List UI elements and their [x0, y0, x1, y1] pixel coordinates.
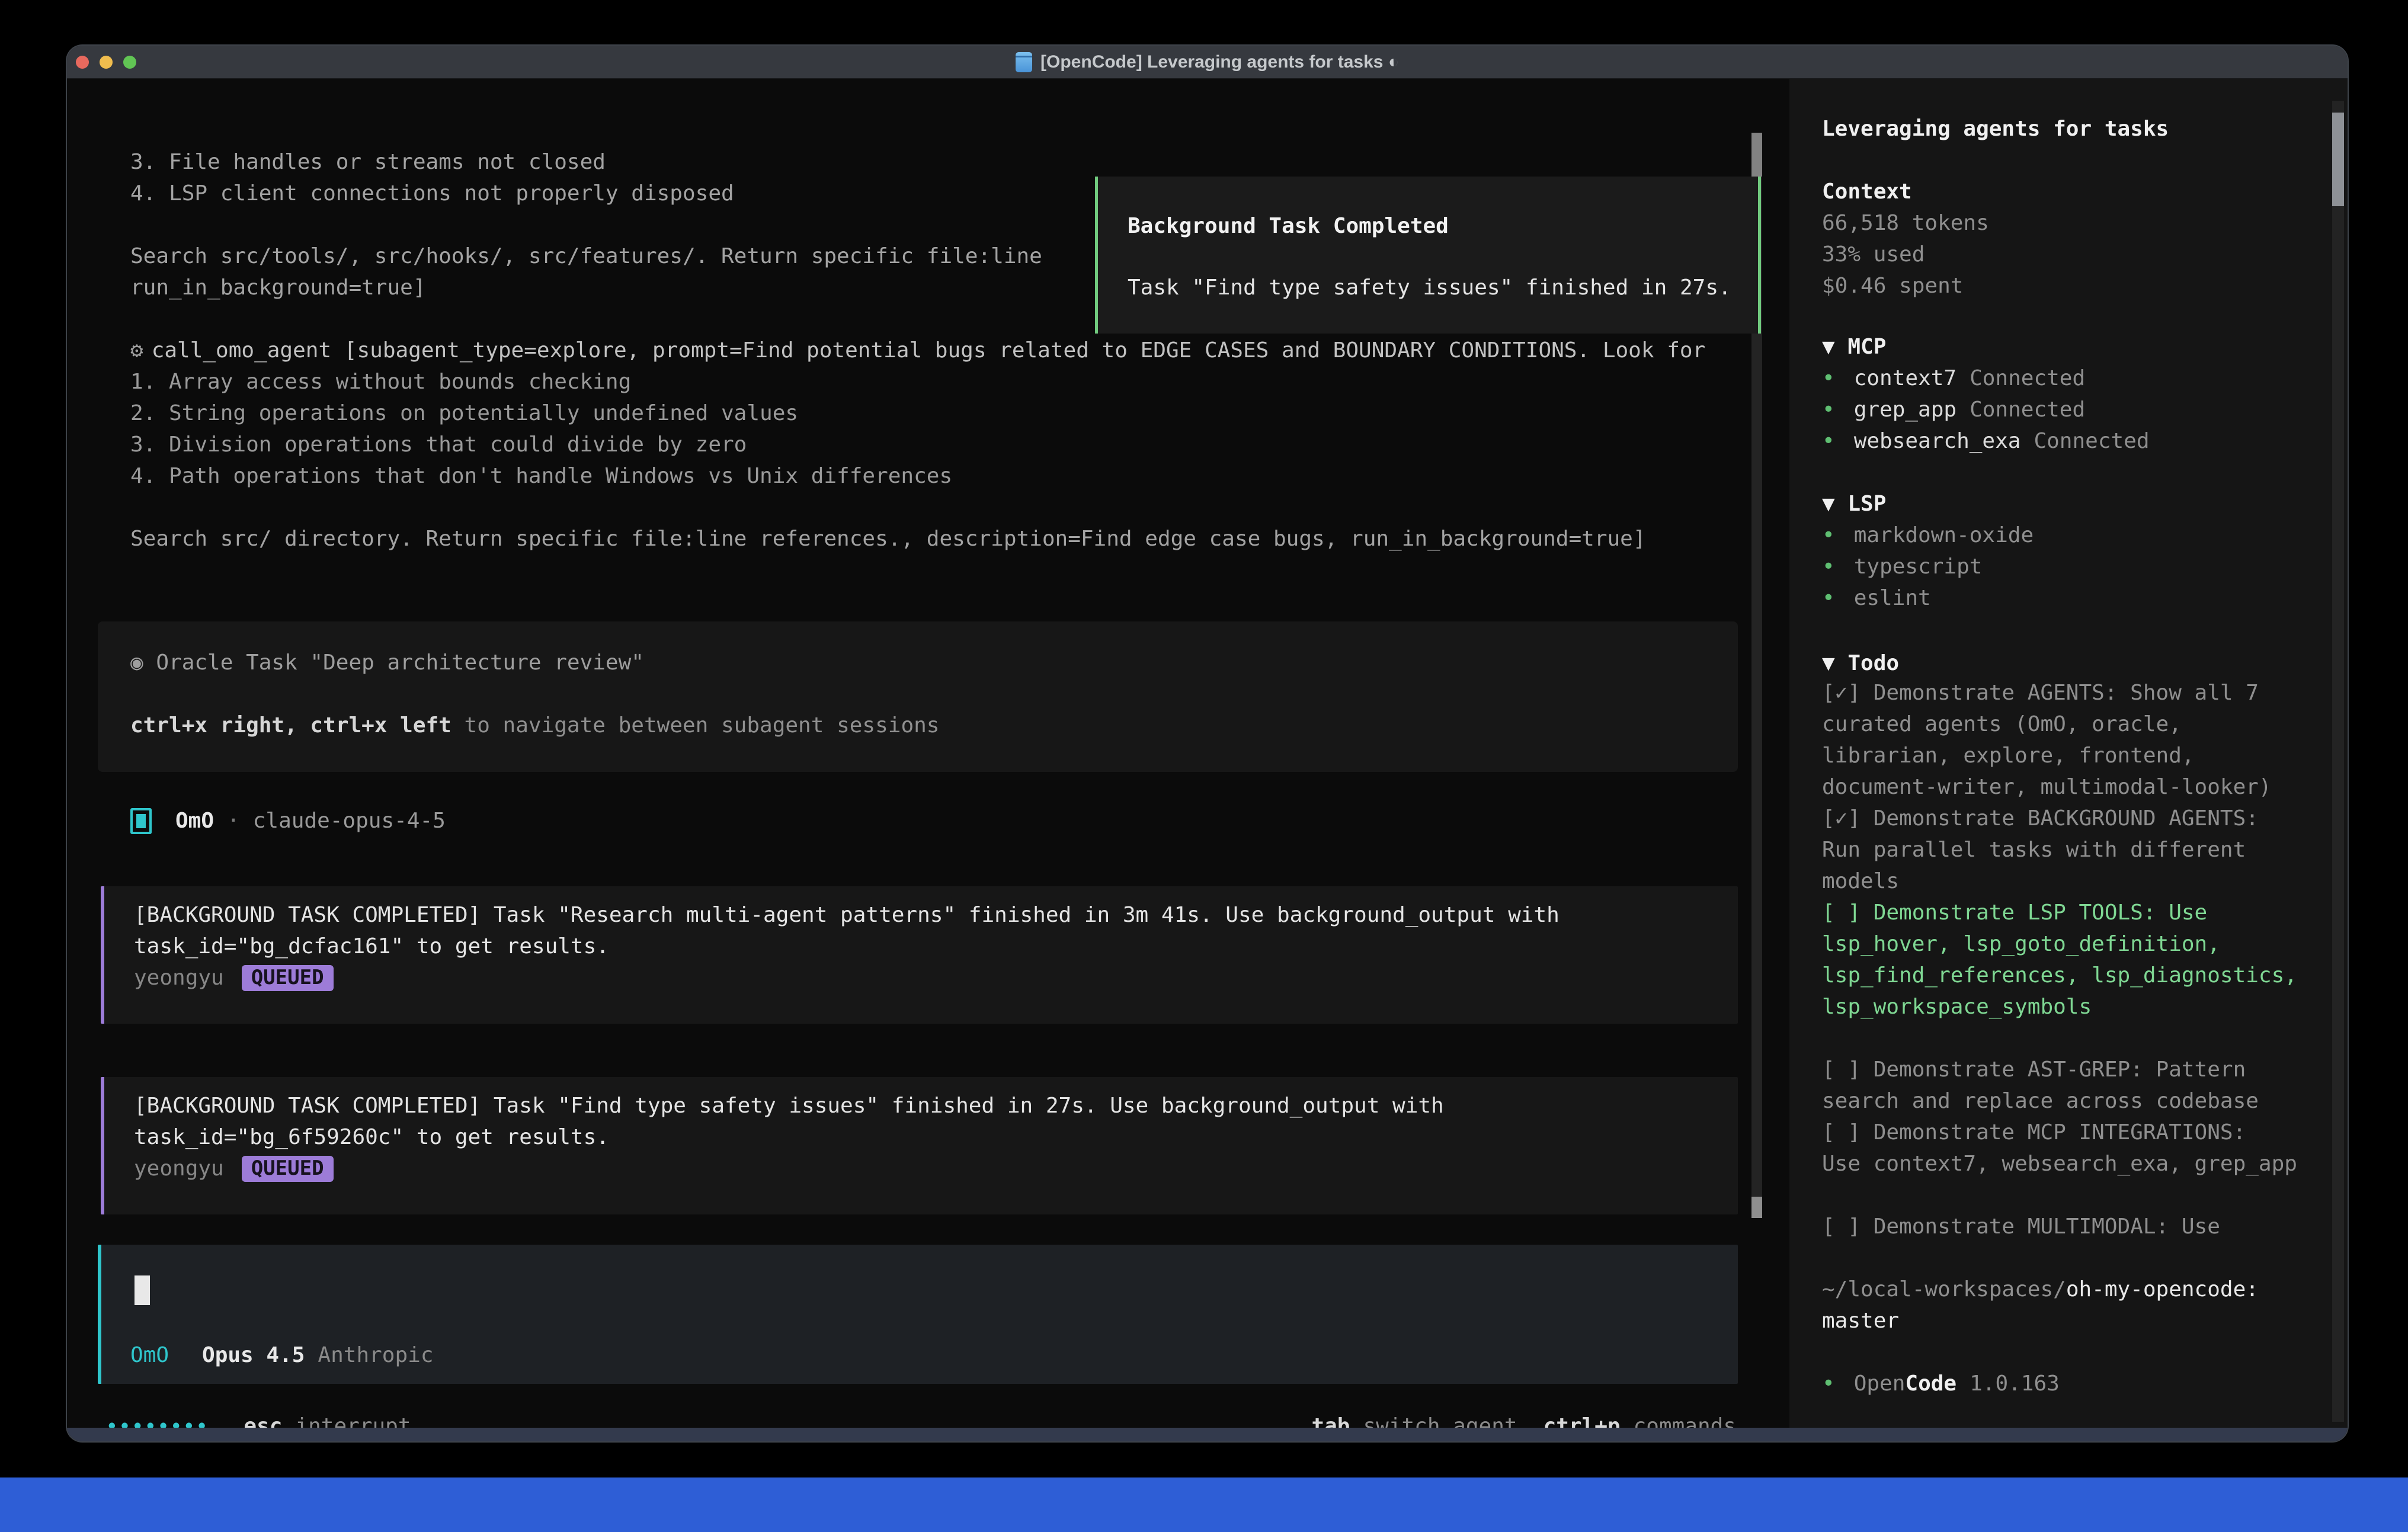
session-sidebar: Leveraging agents for tasks Context 66,5…	[1789, 79, 2348, 1428]
desktop: [OpenCode] Leveraging agents for tasks ◐…	[0, 0, 2408, 1532]
todo-item-background-agents: [✓] Demonstrate BACKGROUND AGENTS: Run p…	[1822, 803, 2324, 897]
message-author: yeongyu	[134, 1153, 224, 1184]
workspace-path: ~/local-workspaces/oh-my-opencode: master	[1822, 1274, 2324, 1337]
lsp-item-typescript: • typescript	[1822, 551, 2324, 582]
mcp-item-grep-app: • grep_app Connected	[1822, 394, 2324, 425]
document-icon	[1016, 52, 1032, 72]
todo-item-agents: [✓] Demonstrate AGENTS: Show all 7 curat…	[1822, 677, 2324, 803]
green-dot-icon: •	[1822, 425, 1835, 457]
message-meta: yeongyu QUEUED	[134, 962, 1738, 993]
app-name-prefix: Open	[1854, 1368, 1906, 1399]
notification-body: Task "Find type safety issues" finished …	[1128, 272, 1750, 303]
mcp-section-header[interactable]: ▼ MCP	[1822, 331, 2324, 363]
message-text: [BACKGROUND TASK COMPLETED] Task "Resear…	[134, 899, 1738, 962]
scrollbar-thumb-bottom[interactable]	[1751, 1197, 1762, 1218]
mcp-status: Connected	[1970, 363, 2085, 394]
prompt-input[interactable]: OmO Opus 4.5 Anthropic	[98, 1245, 1738, 1384]
model-agent-label: OmO	[130, 1339, 169, 1371]
gear-icon: ⚙	[130, 338, 143, 363]
scrollbar-thumb-top[interactable]	[1751, 133, 1762, 177]
version-number: 1.0.163	[1970, 1368, 2060, 1399]
mcp-list: • context7 Connected • grep_app Connected • w…	[1822, 363, 2324, 457]
mcp-item-websearch-exa: • websearch_exa Connected	[1822, 425, 2324, 457]
sidebar-scrollbar-thumb[interactable]	[2332, 113, 2344, 206]
lsp-name: typescript	[1854, 551, 1983, 582]
app-name-bold: Code	[1905, 1368, 1956, 1399]
minimize-button[interactable]	[100, 56, 113, 69]
mcp-item-context7: • context7 Connected	[1822, 363, 2324, 394]
conversation-pane[interactable]: 3. File handles or streams not closed 4.…	[67, 79, 1789, 1428]
mcp-status: Connected	[2034, 425, 2149, 457]
message-text: [BACKGROUND TASK COMPLETED] Task "Find t…	[134, 1090, 1738, 1153]
terminal-window: [OpenCode] Leveraging agents for tasks ◐…	[67, 46, 2348, 1441]
text-cursor	[135, 1275, 150, 1305]
model-name-label: Opus 4.5	[202, 1339, 305, 1371]
tool-call-list: 1. Array access without bounds checking …	[130, 366, 952, 492]
omo-agent-icon	[130, 808, 152, 834]
context-stats: 66,518 tokens 33% used $0.46 spent	[1822, 207, 2324, 302]
status-badge: QUEUED	[242, 965, 334, 991]
agent-header: OmO · claude-opus-4-5	[130, 805, 446, 836]
background-task-message-1: [BACKGROUND TASK COMPLETED] Task "Resear…	[101, 886, 1738, 1024]
lsp-item-eslint: • eslint	[1822, 582, 2324, 614]
session-title: Leveraging agents for tasks	[1822, 113, 2324, 145]
omo-agent-icon-inner	[136, 814, 146, 828]
titlebar[interactable]: [OpenCode] Leveraging agents for tasks ◐	[67, 46, 2348, 79]
desktop-bottom-bar	[0, 1477, 2408, 1532]
toast-notification[interactable]: Background Task Completed Task "Find typ…	[1095, 177, 1761, 334]
app-version: • OpenCode 1.0.163	[1822, 1368, 2324, 1399]
tool-call-text: call_omo_agent [subagent_type=explore, p…	[152, 338, 1706, 363]
window-bottom-frame	[67, 1428, 2348, 1441]
agent-model: claude-opus-4-5	[253, 805, 446, 836]
hint-keys: ctrl+x right, ctrl+x left	[130, 713, 451, 738]
background-task-message-2: [BACKGROUND TASK COMPLETED] Task "Find t…	[101, 1077, 1738, 1214]
agent-name: OmO	[175, 805, 214, 836]
mcp-status: Connected	[1970, 394, 2085, 425]
terminal-output-top: 3. File handles or streams not closed 4.…	[130, 146, 1042, 303]
context-heading: Context	[1822, 176, 2324, 207]
subagent-nav-hint: ctrl+x right, ctrl+x left to navigate be…	[130, 710, 1738, 741]
lsp-name: eslint	[1854, 582, 1931, 614]
zoom-button[interactable]	[123, 56, 136, 69]
sidebar-scrollbar[interactable]	[2332, 101, 2344, 1422]
mcp-name: websearch_exa	[1854, 425, 2021, 457]
todo-item-multimodal: [ ] Demonstrate MULTIMODAL: Use	[1822, 1211, 2324, 1242]
notification-title: Background Task Completed	[1128, 210, 1750, 242]
title-group: [OpenCode] Leveraging agents for tasks ◐	[67, 52, 2348, 72]
message-author: yeongyu	[134, 962, 224, 993]
lsp-section-header[interactable]: ▼ LSP	[1822, 488, 2324, 520]
lsp-name: markdown-oxide	[1854, 520, 2034, 551]
traffic-lights	[76, 56, 136, 69]
green-dot-icon: •	[1822, 363, 1835, 394]
todo-list: [✓] Demonstrate AGENTS: Show all 7 curat…	[1822, 677, 2324, 1242]
model-provider-label: Anthropic	[318, 1339, 433, 1371]
path-repo: oh-my-opencode:	[2066, 1277, 2259, 1302]
lsp-item-markdown-oxide: • markdown-oxide	[1822, 520, 2324, 551]
close-button[interactable]	[76, 56, 89, 69]
todo-item-lsp-tools: [ ] Demonstrate LSP TOOLS: Use lsp_hover…	[1822, 897, 2324, 1023]
hint-text: to navigate between subagent sessions	[451, 713, 940, 738]
green-dot-icon: •	[1822, 551, 1835, 582]
message-meta: yeongyu QUEUED	[134, 1153, 1738, 1184]
git-branch: master	[1822, 1309, 1899, 1333]
oracle-task-title: ◉ Oracle Task "Deep architecture review"	[130, 647, 1738, 678]
window-title: [OpenCode] Leveraging agents for tasks ◐	[1040, 52, 1399, 72]
agent-separator: ·	[227, 805, 240, 836]
todo-item-mcp-integrations: [ ] Demonstrate MCP INTEGRATIONS: Use co…	[1822, 1117, 2324, 1180]
mcp-name: grep_app	[1854, 394, 1956, 425]
oracle-task-panel: ◉ Oracle Task "Deep architecture review"…	[98, 621, 1738, 772]
todo-section-header[interactable]: ▼ Todo	[1822, 648, 2324, 679]
status-badge: QUEUED	[242, 1156, 334, 1182]
model-indicator[interactable]: OmO Opus 4.5 Anthropic	[130, 1339, 434, 1371]
path-prefix: ~/local-workspaces/	[1822, 1277, 2066, 1302]
todo-item-ast-grep: [ ] Demonstrate AST-GREP: Pattern search…	[1822, 1054, 2324, 1117]
green-dot-icon: •	[1822, 520, 1835, 551]
green-dot-icon: •	[1822, 582, 1835, 614]
lsp-list: • markdown-oxide • typescript • eslint	[1822, 520, 2324, 614]
green-dot-icon: •	[1822, 1368, 1835, 1399]
search-instruction-line: Search src/ directory. Return specific f…	[130, 523, 1646, 555]
mcp-name: context7	[1854, 363, 1956, 394]
green-dot-icon: •	[1822, 394, 1835, 425]
tool-call-line: ⚙ call_omo_agent [subagent_type=explore, …	[130, 335, 1705, 366]
